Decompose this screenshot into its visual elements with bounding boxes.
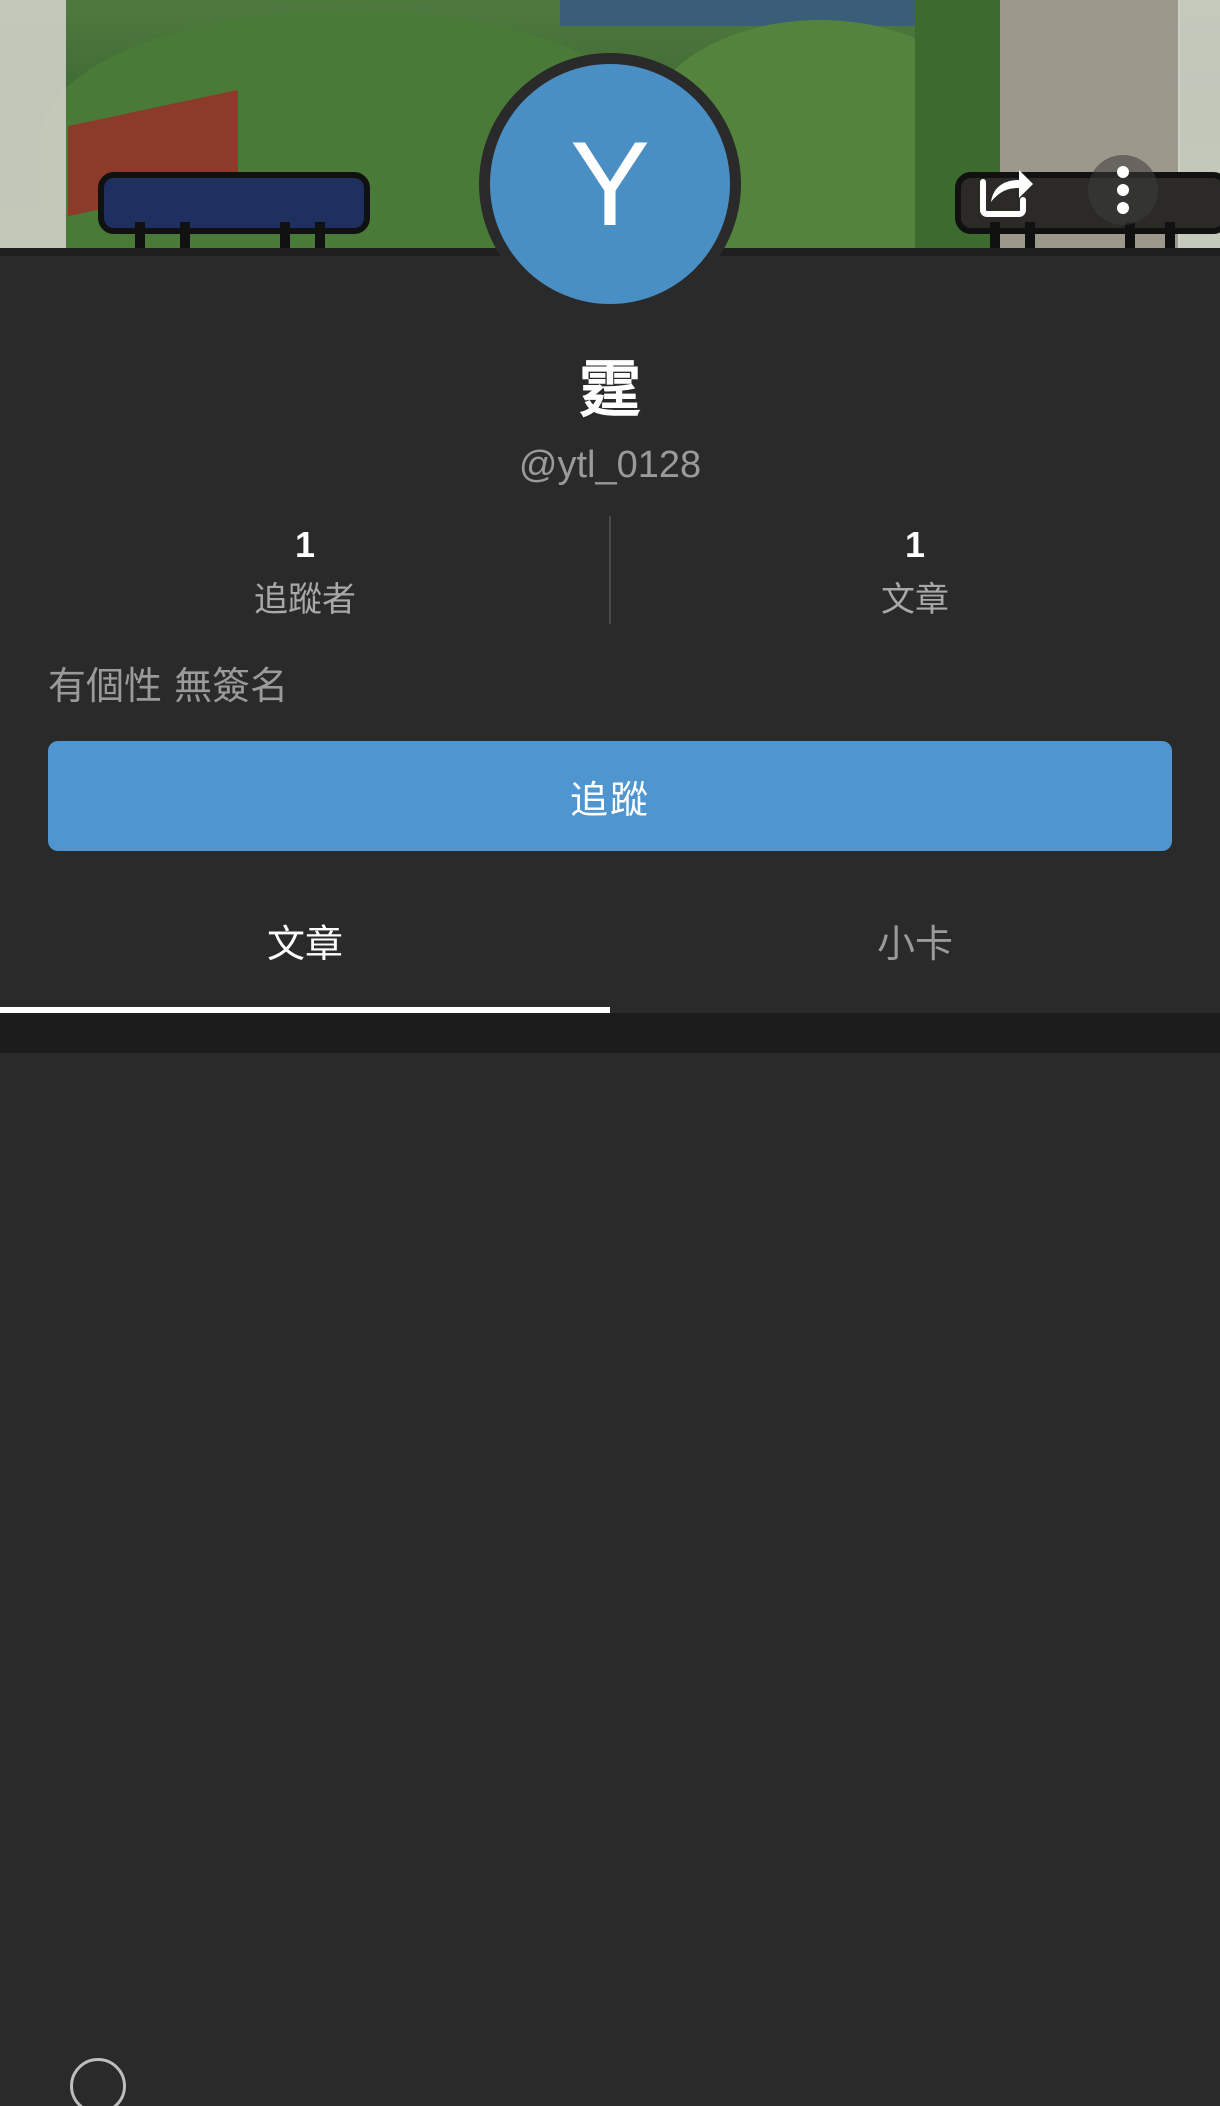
avatar-ring: Y xyxy=(479,53,741,315)
follow-button[interactable]: 追蹤 xyxy=(48,741,1172,851)
profile-handle: @ytl_0128 xyxy=(518,444,702,486)
avatar[interactable]: Y xyxy=(490,64,730,304)
more-vertical-icon xyxy=(1117,166,1129,214)
content-list xyxy=(0,1013,1220,2106)
more-options-button[interactable] xyxy=(1088,155,1158,225)
posts-stat[interactable]: 1 文章 xyxy=(610,516,1220,626)
profile-name: 霆 xyxy=(578,353,641,426)
profile-tabs: 文章 小卡 xyxy=(0,900,1220,1014)
tab-posts[interactable]: 文章 xyxy=(0,900,610,1008)
posts-label: 文章 xyxy=(881,580,949,620)
followers-count: 1 xyxy=(294,524,316,565)
profile-bio: 有個性 無簽名 xyxy=(48,664,289,708)
posts-count: 1 xyxy=(904,524,926,565)
profile-stats: 1 追蹤者 1 文章 xyxy=(0,516,1220,624)
post-avatar-partial xyxy=(70,2058,126,2106)
cover-sea xyxy=(560,0,920,26)
followers-label: 追蹤者 xyxy=(254,580,356,620)
tab-cards[interactable]: 小卡 xyxy=(610,900,1220,1008)
cover-curtain xyxy=(0,0,66,256)
share-button[interactable] xyxy=(970,155,1040,225)
followers-stat[interactable]: 1 追蹤者 xyxy=(0,516,610,626)
share-icon xyxy=(980,170,1033,217)
